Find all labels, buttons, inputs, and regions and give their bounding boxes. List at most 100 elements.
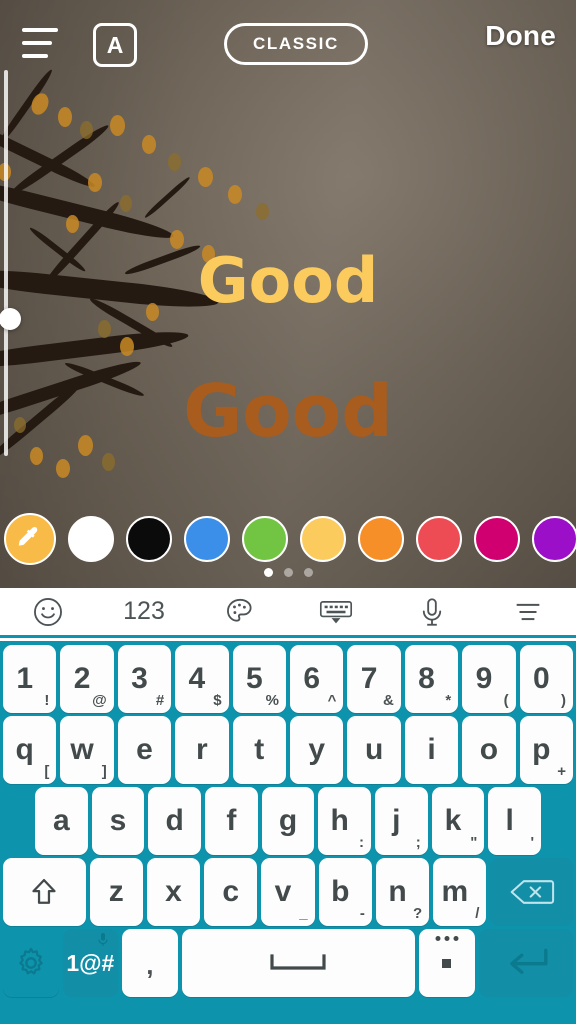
key-2-sub: @ xyxy=(92,692,107,709)
font-classic-button[interactable]: CLASSIC xyxy=(224,23,368,65)
color-swatch-magenta[interactable] xyxy=(474,516,520,562)
microphone-badge-icon xyxy=(98,933,108,946)
text-size-slider-knob[interactable] xyxy=(0,308,21,330)
key-d[interactable]: d xyxy=(148,787,201,855)
key-b[interactable]: b- xyxy=(318,858,372,926)
key-m[interactable]: m / xyxy=(433,858,487,926)
key-0-label: 0 xyxy=(532,662,550,695)
key-5[interactable]: 5% xyxy=(232,645,286,713)
key-g[interactable]: g xyxy=(261,787,315,855)
key-a-label: a xyxy=(52,804,70,837)
key-e[interactable]: e xyxy=(117,716,172,784)
key-a[interactable]: a xyxy=(34,787,88,855)
text-size-slider-track[interactable] xyxy=(0,70,21,456)
key-c[interactable]: c xyxy=(204,858,258,926)
key-w[interactable]: w] xyxy=(60,716,114,784)
key-7[interactable]: 7 & xyxy=(347,645,401,713)
key-4[interactable]: 4 $ xyxy=(175,645,229,713)
key-d-label: d xyxy=(165,804,184,837)
key-1[interactable]: 1! xyxy=(2,645,57,713)
key-8[interactable]: 8 * xyxy=(404,645,459,713)
key-m-sub: / xyxy=(475,905,480,922)
font-style-a-button[interactable]: A xyxy=(93,23,137,67)
period-label xyxy=(442,958,452,968)
color-swatch-black[interactable] xyxy=(126,516,172,562)
color-swatch-red[interactable] xyxy=(416,516,462,562)
color-swatch-green[interactable] xyxy=(242,516,288,562)
color-swatch-eyedropper[interactable] xyxy=(4,513,56,565)
keyboard-settings-key[interactable] xyxy=(3,929,59,997)
key-l[interactable]: l ' xyxy=(488,787,542,855)
space-key[interactable] xyxy=(181,929,416,997)
key-i[interactable]: i xyxy=(404,716,459,784)
hide-keyboard-button[interactable] xyxy=(288,588,384,635)
numbers-button[interactable]: 123 xyxy=(96,588,192,635)
keyboard-row-top: q[ w] e r t y u i o p + xyxy=(2,716,574,784)
more-symbols-dots-icon xyxy=(435,936,459,941)
key-v-label: v xyxy=(274,875,292,908)
key-3-label: 3 xyxy=(131,662,148,695)
page-dot-3[interactable] xyxy=(303,568,313,577)
color-palette[interactable] xyxy=(0,508,576,570)
color-swatch-yellow[interactable] xyxy=(300,516,346,562)
enter-key[interactable] xyxy=(478,929,574,997)
key-z[interactable]: z xyxy=(89,858,143,926)
on-screen-keyboard[interactable]: 1! 2 @ 3 # 4 $ 5% 6 ^ 7 & 8 * 9( 0) q[ w] e r … xyxy=(0,641,576,1024)
key-2[interactable]: 2 @ xyxy=(60,645,114,713)
key-j[interactable]: j; xyxy=(375,787,428,855)
page-dot-1[interactable] xyxy=(263,568,273,577)
key-0[interactable]: 0) xyxy=(519,645,574,713)
key-q-sub: [ xyxy=(44,763,50,780)
voice-input-button[interactable] xyxy=(384,588,480,635)
symbols-key[interactable]: 1@# xyxy=(62,929,119,997)
key-3[interactable]: 3 # xyxy=(117,645,172,713)
key-t[interactable]: t xyxy=(232,716,286,784)
key-y[interactable]: y xyxy=(290,716,344,784)
emoji-button[interactable] xyxy=(0,588,96,635)
backspace-key[interactable] xyxy=(490,858,573,926)
story-text-line-1[interactable]: Good xyxy=(0,250,576,312)
key-o[interactable]: o xyxy=(462,716,516,784)
story-canvas[interactable]: Good Good xyxy=(0,0,576,588)
done-button[interactable]: Done xyxy=(485,20,556,52)
key-s[interactable]: s xyxy=(91,787,145,855)
keyboard-menu-button[interactable] xyxy=(480,588,576,635)
key-6[interactable]: 6 ^ xyxy=(290,645,344,713)
color-swatch-orange[interactable] xyxy=(358,516,404,562)
key-n-label: n xyxy=(388,875,407,908)
key-k[interactable]: k " xyxy=(431,787,485,855)
key-f[interactable]: f xyxy=(205,787,258,855)
key-p[interactable]: p + xyxy=(519,716,574,784)
key-q[interactable]: q[ xyxy=(2,716,57,784)
key-l-label: l xyxy=(505,804,514,837)
text-align-menu-icon[interactable] xyxy=(22,28,58,58)
key-k-label: k xyxy=(444,804,462,837)
theme-button[interactable] xyxy=(192,588,288,635)
key-p-sub: + xyxy=(557,763,567,780)
key-w-sub: ] xyxy=(101,763,107,780)
key-u[interactable]: u xyxy=(347,716,401,784)
key-9-label: 9 xyxy=(475,662,493,695)
page-dot-2[interactable] xyxy=(283,568,293,577)
key-v[interactable]: v _ xyxy=(261,858,315,926)
key-1-label: 1 xyxy=(16,662,34,695)
color-swatch-blue[interactable] xyxy=(184,516,230,562)
key-x[interactable]: x xyxy=(146,858,201,926)
comma-key[interactable]: , xyxy=(122,929,178,997)
key-9[interactable]: 9( xyxy=(462,645,516,713)
keyboard-toolbar: 123 xyxy=(0,588,576,638)
key-r[interactable]: r xyxy=(175,716,229,784)
key-l-sub: ' xyxy=(530,834,535,851)
color-swatch-purple[interactable] xyxy=(532,516,576,562)
story-text-line-2[interactable]: Good xyxy=(0,375,576,447)
key-n[interactable]: n? xyxy=(375,858,430,926)
shift-key[interactable] xyxy=(3,858,86,926)
font-classic-label: CLASSIC xyxy=(253,34,339,53)
color-swatch-white[interactable] xyxy=(68,516,114,562)
key-h[interactable]: h: xyxy=(318,787,372,855)
microphone-icon xyxy=(422,597,442,626)
period-key[interactable] xyxy=(419,929,475,997)
key-w-label: w xyxy=(70,733,94,766)
shift-arrow-icon xyxy=(32,878,56,904)
key-b-sub: - xyxy=(359,905,365,922)
